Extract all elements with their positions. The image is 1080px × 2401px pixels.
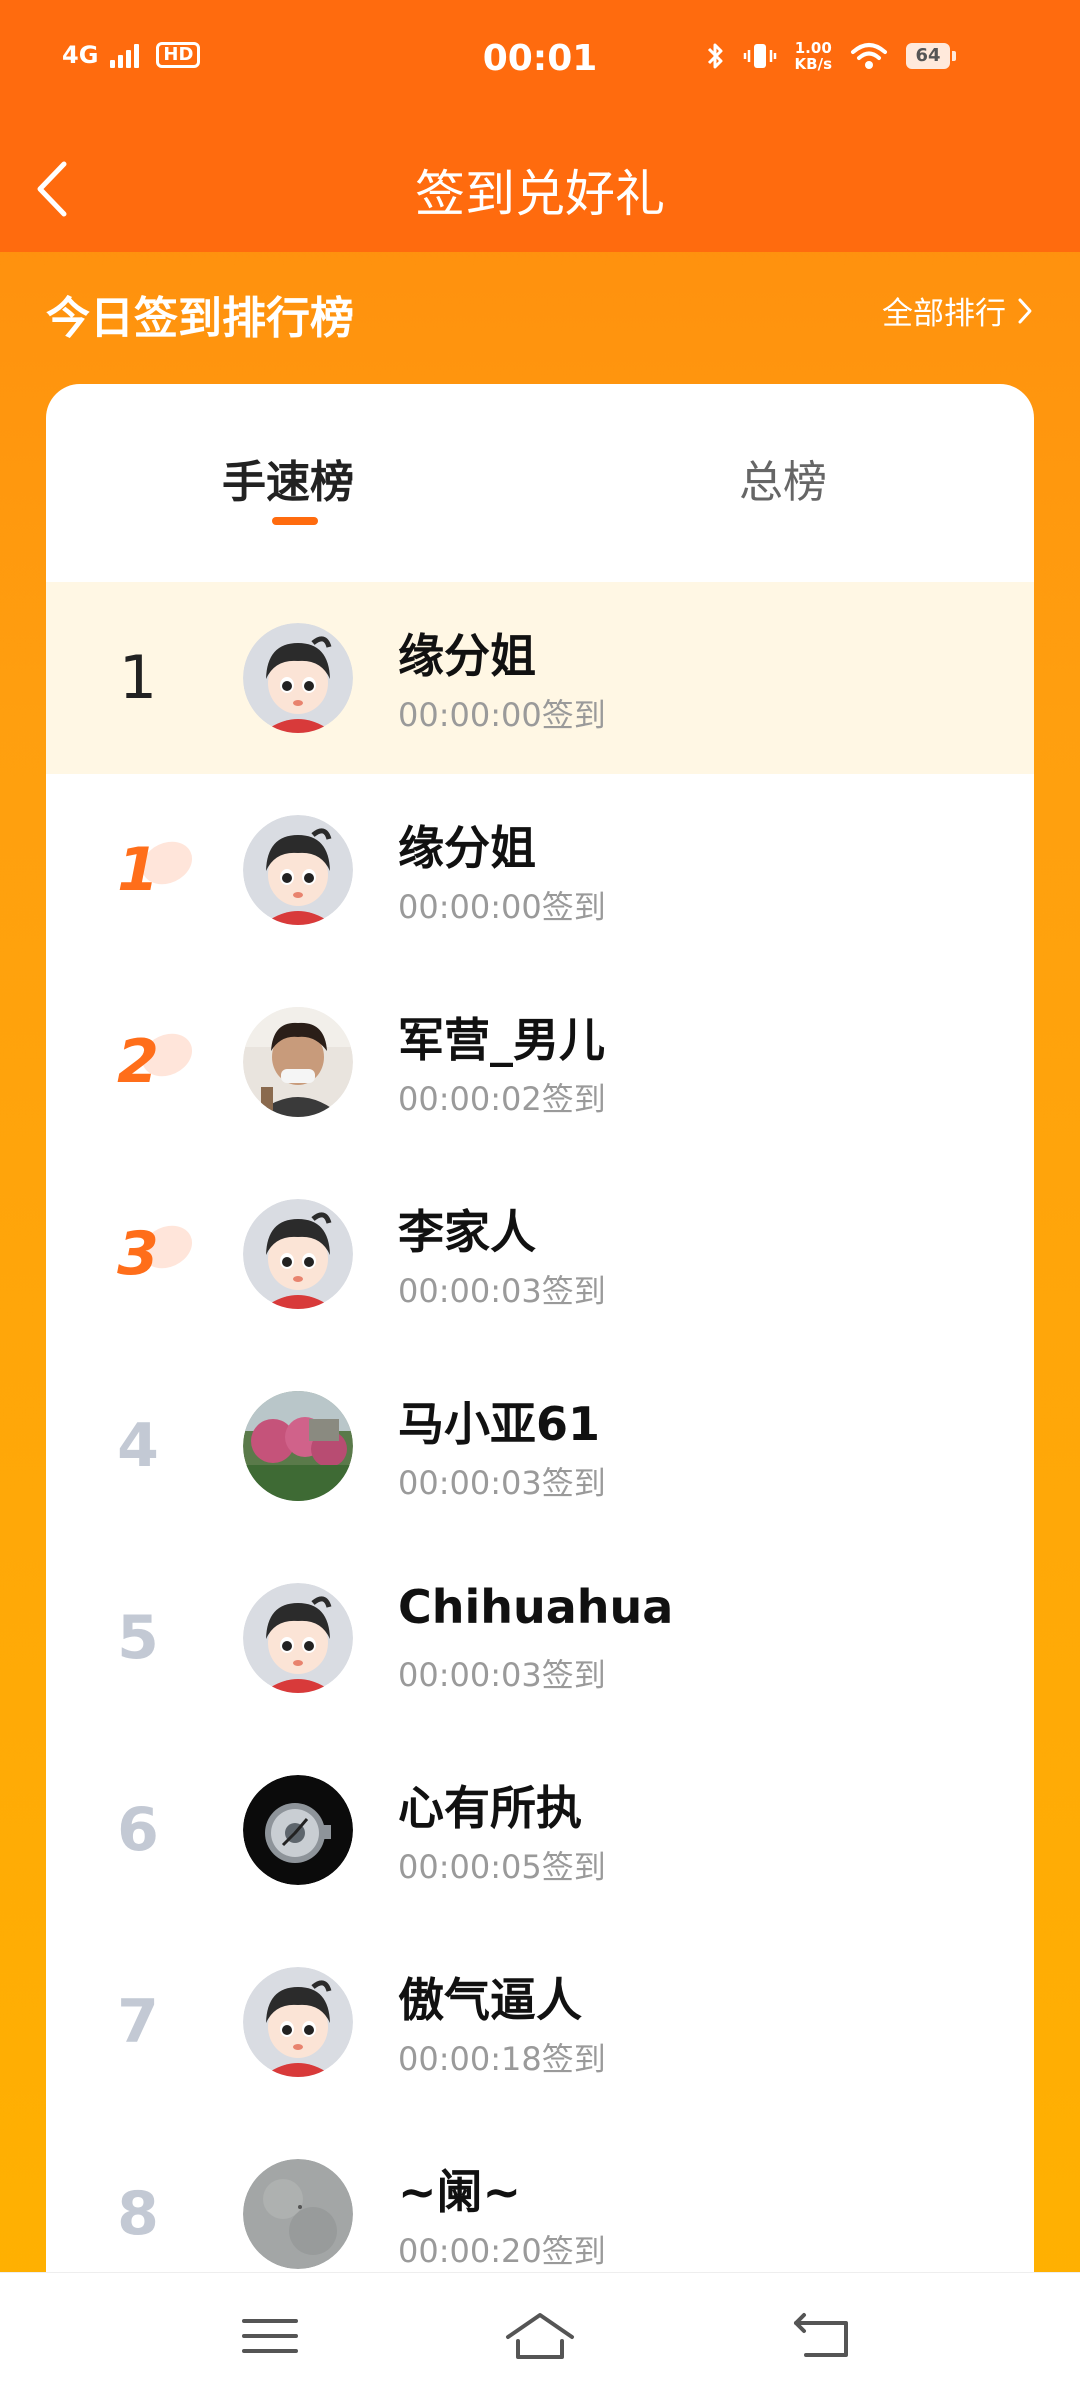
avatar[interactable]	[243, 1967, 353, 2077]
rank-number: 3	[117, 1219, 159, 1289]
rank-number: 5	[117, 1603, 159, 1673]
rank-number: 2	[117, 1027, 159, 1097]
rank-cell: 7	[92, 1926, 184, 2118]
checkin-time: 00:00:00签到	[398, 696, 606, 734]
checkin-time: 00:00:02签到	[398, 1080, 606, 1118]
speed-unit: KB/s	[794, 55, 832, 73]
avatar[interactable]	[243, 2159, 353, 2269]
all-ranking-label: 全部排行	[882, 296, 1006, 332]
list-item[interactable]: 2 军营_男儿 00:00:02签到	[46, 966, 1034, 1158]
rank-cell: 1	[92, 582, 184, 774]
list-item[interactable]: 5 Chihuahua 00:00:03签到	[46, 1542, 1034, 1734]
checkin-time: 00:00:03签到	[398, 1272, 606, 1310]
avatar[interactable]	[243, 1583, 353, 1693]
wifi-icon	[851, 43, 887, 69]
my-rank-row[interactable]: 1 缘分姐 00:00:00签到	[46, 582, 1034, 774]
cartoon-avatar-icon	[243, 1583, 353, 1693]
avatar[interactable]	[243, 815, 353, 925]
list-item[interactable]: 7 傲气逼人 00:00:18签到	[46, 1926, 1034, 2118]
tab-total[interactable]: 总榜	[739, 446, 827, 510]
page-title: 签到兑好礼	[415, 165, 665, 223]
avatar[interactable]	[243, 1391, 353, 1501]
rank-cell: 3	[92, 1158, 184, 1350]
status-right: 1.00 KB/s 64	[705, 40, 956, 72]
return-button[interactable]	[784, 2301, 864, 2371]
rank-cell: 4	[92, 1350, 184, 1542]
user-name: 心有所执	[398, 1781, 582, 1835]
rank-number: 8	[117, 2179, 159, 2249]
tab-active-indicator	[272, 517, 318, 525]
speed-value: 1.00	[794, 39, 832, 57]
checkin-time: 00:00:03签到	[398, 1464, 606, 1502]
avatar[interactable]	[243, 1007, 353, 1117]
tab-speed[interactable]: 手速榜	[222, 446, 354, 510]
rank-number: 6	[117, 1795, 159, 1865]
checkin-time: 00:00:20签到	[398, 2232, 606, 2270]
avatar[interactable]	[243, 623, 353, 733]
user-name: Chihuahua	[398, 1580, 674, 1634]
cartoon-avatar-icon	[243, 623, 353, 733]
menu-button[interactable]	[230, 2301, 310, 2371]
user-name: 李家人	[398, 1205, 536, 1259]
rank-number: 1	[118, 643, 158, 713]
rank-cell: 1	[92, 774, 184, 966]
list-item[interactable]: 6 心有所执 00:00:05签到	[46, 1734, 1034, 1926]
checkin-time: 00:00:03签到	[398, 1656, 606, 1694]
rank-number: 7	[117, 1987, 159, 2057]
checkin-time: 00:00:05签到	[398, 1848, 606, 1886]
home-icon	[506, 2313, 574, 2359]
list-item[interactable]: 3 李家人 00:00:03签到	[46, 1158, 1034, 1350]
photo-avatar-watch-icon	[243, 1775, 353, 1885]
medal-icon: 1	[117, 835, 159, 905]
user-name: 军营_男儿	[398, 1013, 605, 1067]
medal-icon: 3	[117, 1219, 159, 1289]
list-item[interactable]: 1 缘分姐 00:00:00签到	[46, 774, 1034, 966]
title-bar: 签到兑好礼	[0, 124, 1080, 252]
cartoon-avatar-icon	[243, 815, 353, 925]
rank-cell: 6	[92, 1734, 184, 1926]
status-bar: 4G HD 00:01 1.00 KB/s 64	[0, 0, 1080, 124]
leaderboard-card: 手速榜 总榜 1 缘分姐 00:00:00签到 1 缘分姐 00:00:00签到…	[46, 384, 1034, 2400]
home-button[interactable]	[500, 2301, 580, 2371]
photo-avatar-gray-icon	[243, 2159, 353, 2269]
return-icon	[794, 2313, 848, 2357]
checkin-time: 00:00:18签到	[398, 2040, 606, 2078]
vibrate-icon	[743, 44, 776, 68]
cartoon-avatar-icon	[243, 1967, 353, 2077]
user-name: ~阑~	[398, 2165, 522, 2219]
all-ranking-link[interactable]: 全部排行	[882, 288, 1034, 333]
rank-cell: 2	[92, 966, 184, 1158]
avatar[interactable]	[243, 1199, 353, 1309]
user-name: 傲气逼人	[398, 1973, 582, 2027]
menu-icon	[242, 2319, 298, 2353]
chevron-right-icon	[1018, 298, 1032, 323]
battery-indicator: 64	[906, 43, 956, 69]
rank-cell: 5	[92, 1542, 184, 1734]
system-nav-bar	[0, 2272, 1080, 2401]
cartoon-avatar-icon	[243, 1199, 353, 1309]
tab-bar: 手速榜 总榜	[46, 384, 1034, 582]
avatar[interactable]	[243, 1775, 353, 1885]
user-name: 缘分姐	[398, 821, 536, 875]
photo-avatar-person-icon	[243, 1007, 353, 1117]
rank-number: 4	[117, 1411, 159, 1481]
user-name: 马小亚61	[398, 1397, 601, 1451]
bluetooth-icon	[707, 43, 723, 69]
photo-avatar-garden-icon	[243, 1391, 353, 1501]
medal-icon: 2	[117, 1027, 159, 1097]
leaderboard-title: 今日签到排行榜	[46, 293, 354, 344]
checkin-time: 00:00:00签到	[398, 888, 606, 926]
rank-number: 1	[117, 835, 159, 905]
list-item[interactable]: 4 马小亚61 00:00:03签到	[46, 1350, 1034, 1542]
user-name: 缘分姐	[398, 629, 536, 683]
network-speed: 1.00 KB/s	[795, 40, 832, 72]
